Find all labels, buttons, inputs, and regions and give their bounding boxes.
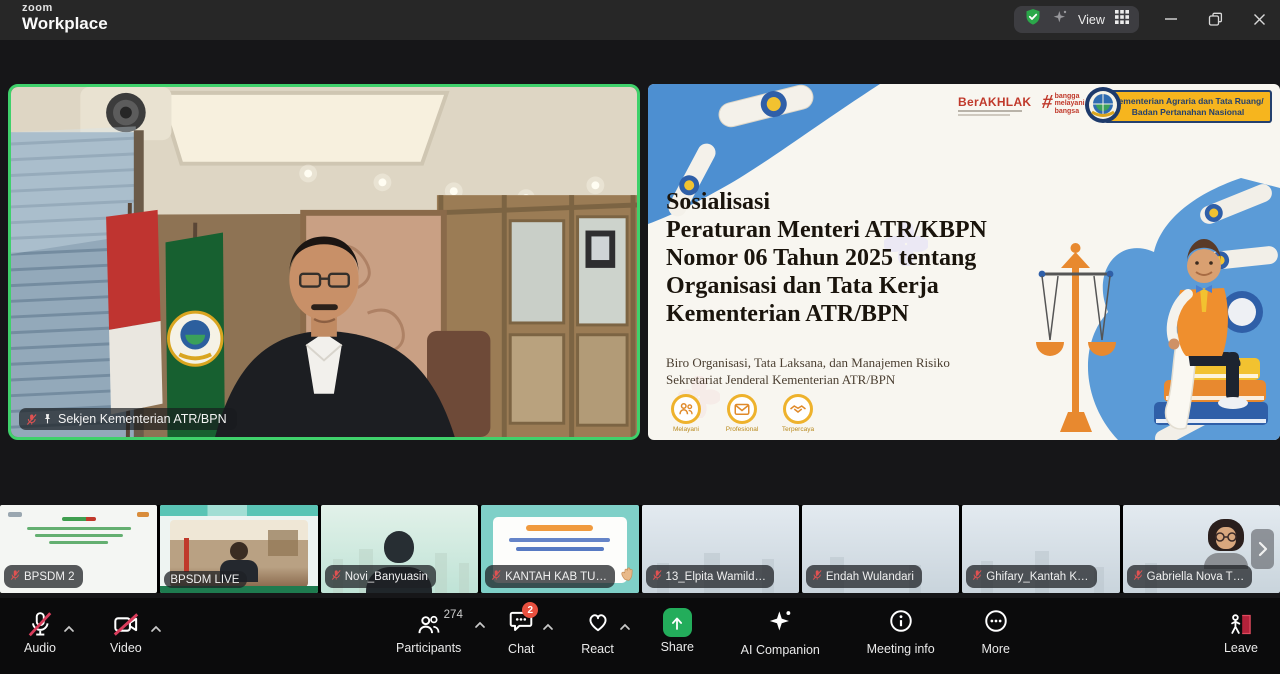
- brand-workplace: Workplace: [22, 15, 108, 32]
- info-icon: [888, 608, 914, 634]
- zoom-workplace-logo: zoom Workplace: [22, 3, 108, 32]
- value-profesional: Profesional: [720, 394, 764, 433]
- participant-name-label: BPSDM 2: [4, 565, 83, 588]
- share-button[interactable]: Share: [661, 608, 694, 657]
- zoom-meeting-window: zoom Workplace View: [0, 0, 1280, 674]
- audio-options-chevron[interactable]: [63, 620, 75, 638]
- law-illustration: [1036, 140, 1280, 440]
- mail-icon: [733, 400, 751, 418]
- mic-muted-icon: [27, 611, 53, 638]
- ai-sparkle-icon: [767, 608, 794, 635]
- participant-tile[interactable]: BPSDM 2: [0, 505, 157, 593]
- participant-tile[interactable]: Novi_Banyuasin: [321, 505, 478, 593]
- speaker-name-text: Sekjen Kementerian ATR/BPN: [58, 412, 227, 426]
- camera-muted-icon: [112, 611, 140, 638]
- leave-button[interactable]: Leave: [1224, 608, 1258, 655]
- participant-tile[interactable]: KANTAH KAB TU…: [481, 505, 638, 593]
- pin-icon: [42, 413, 53, 425]
- participant-name-label: BPSDM LIVE: [164, 571, 247, 588]
- mic-muted-icon: [10, 568, 20, 586]
- chat-button[interactable]: 2 Chat: [508, 608, 534, 657]
- more-ellipsis-icon: [983, 608, 1009, 634]
- mic-muted-icon: [1133, 568, 1143, 586]
- bangga-melayani-bangsa-logo: # bangga melayani bangsa: [1042, 93, 1085, 115]
- ai-companion-button[interactable]: AI Companion: [741, 608, 820, 657]
- berakhlak-text: BerAKHLAK: [958, 96, 1031, 108]
- leave-door-icon: [1227, 611, 1254, 638]
- participant-tile[interactable]: 13_Elpita Wamild…: [642, 505, 799, 593]
- titlebar: zoom Workplace View: [0, 0, 1280, 40]
- speaker-video-feed: [11, 87, 637, 437]
- security-shield-icon: [1024, 8, 1042, 31]
- slide-subtitle: Biro Organisasi, Tata Laksana, dan Manaj…: [666, 354, 950, 388]
- brand-zoom: zoom: [22, 3, 108, 14]
- participant-tile[interactable]: Endah Wulandari: [802, 505, 959, 593]
- participant-name-label: KANTAH KAB TU…: [485, 565, 615, 588]
- ministry-banner-line1: Kementerian Agraria dan Tata Ruang/: [1112, 96, 1263, 107]
- participants-button[interactable]: 274 Participants: [396, 608, 461, 657]
- view-grid-icon: [1115, 10, 1129, 29]
- chat-unread-badge: 2: [522, 602, 538, 618]
- service-icon: [677, 400, 695, 418]
- raised-hand-icon: [619, 563, 637, 581]
- ministry-banner: Kementerian Agraria dan Tata Ruang/ Bada…: [1104, 90, 1272, 123]
- berakhlak-logo: BerAKHLAK: [958, 96, 1031, 116]
- react-options-chevron[interactable]: [619, 618, 631, 636]
- ai-companion-sparkle-icon: [1052, 9, 1068, 30]
- video-options-chevron[interactable]: [150, 620, 162, 638]
- react-button[interactable]: React: [581, 608, 614, 657]
- speaker-name-label: Sekjen Kementerian ATR/BPN: [19, 408, 237, 430]
- audio-button[interactable]: Audio: [24, 608, 56, 655]
- chevron-right-icon: [1258, 541, 1268, 557]
- handshake-icon: [789, 400, 807, 418]
- mic-muted-icon: [972, 568, 982, 586]
- filmstrip-next-button[interactable]: [1251, 529, 1274, 569]
- mic-muted-icon: [491, 568, 501, 586]
- close-button[interactable]: [1244, 5, 1274, 33]
- restore-window-button[interactable]: [1200, 5, 1230, 33]
- participant-name-label: Novi_Banyuasin: [325, 565, 436, 588]
- mic-muted-icon: [652, 568, 662, 586]
- meeting-controls: Audio Video 274 Participants 2: [0, 598, 1280, 674]
- meeting-info-button[interactable]: Meeting info: [867, 608, 935, 657]
- meeting-stage: Sekjen Kementerian ATR/BPN BerAKHLAK: [0, 40, 1280, 505]
- participant-name-label: 13_Elpita Wamild…: [646, 565, 775, 588]
- view-label: View: [1078, 13, 1105, 27]
- value-terpercaya: Terpercaya: [776, 394, 820, 433]
- participant-name-label: Ghifary_Kantah K…: [966, 565, 1096, 588]
- chat-options-chevron[interactable]: [542, 618, 554, 636]
- mic-muted-icon: [26, 413, 37, 426]
- core-values: Melayani Profesional Terpercaya: [664, 394, 820, 433]
- heart-icon: [585, 608, 611, 634]
- shared-screen-tile[interactable]: BerAKHLAK # bangga melayani bangsa Kemen…: [648, 84, 1280, 440]
- participant-name-label: Endah Wulandari: [806, 565, 922, 588]
- view-menu-button[interactable]: View: [1014, 6, 1139, 33]
- participant-tile[interactable]: BPSDM LIVE: [160, 505, 317, 593]
- participants-options-chevron[interactable]: [474, 616, 486, 634]
- mic-muted-icon: [331, 568, 341, 586]
- slide-title: Sosialisasi Peraturan Menteri ATR/KBPN N…: [666, 188, 987, 328]
- participants-icon: [416, 612, 442, 638]
- ministry-logo-icon: [1084, 86, 1122, 124]
- participant-filmstrip: BPSDM 2 BPSDM LIVE: [0, 505, 1280, 593]
- video-button[interactable]: Video: [110, 608, 142, 655]
- more-button[interactable]: More: [981, 608, 1009, 657]
- participant-tile[interactable]: Ghifary_Kantah K…: [962, 505, 1119, 593]
- participant-name-label: Gabriella Nova T…: [1127, 565, 1253, 588]
- speaker-video-tile[interactable]: Sekjen Kementerian ATR/BPN: [8, 84, 640, 440]
- share-screen-icon: [663, 608, 692, 637]
- minimize-button[interactable]: [1156, 5, 1186, 33]
- value-melayani: Melayani: [664, 394, 708, 433]
- ministry-banner-line2: Badan Pertanahan Nasional: [1132, 107, 1244, 118]
- participants-count: 274: [444, 609, 463, 621]
- avatar-glasses: [1214, 532, 1238, 542]
- mic-muted-icon: [812, 568, 822, 586]
